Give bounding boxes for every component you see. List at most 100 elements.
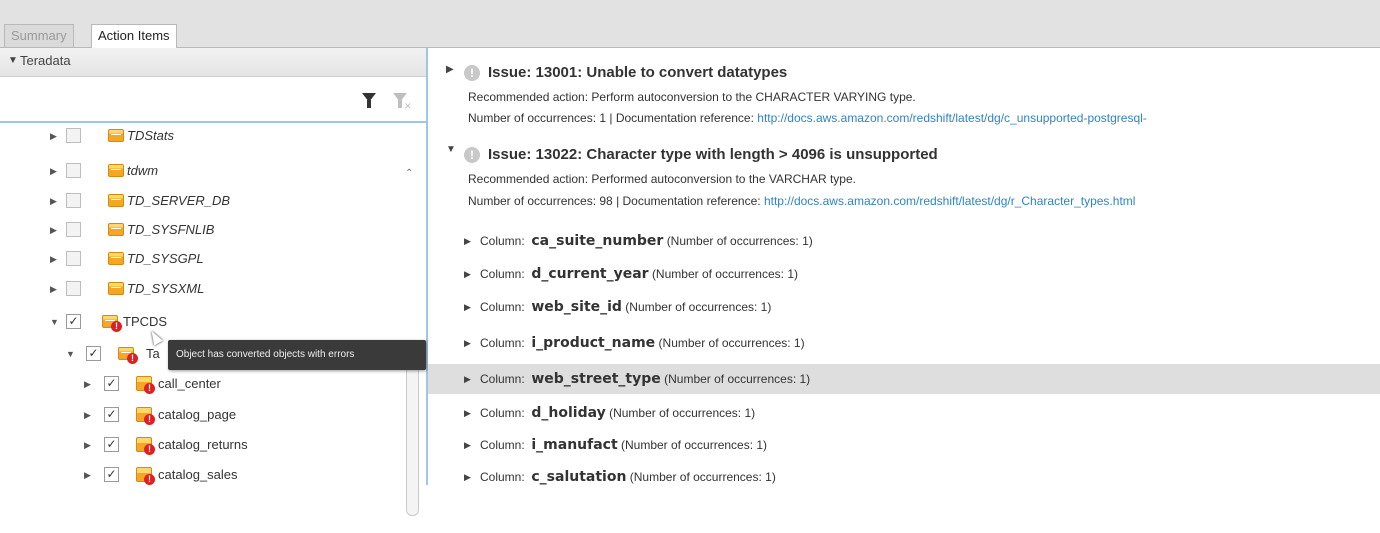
collapse-arrow-icon[interactable]: ▼ bbox=[66, 343, 75, 365]
checkbox-checked[interactable]: ✓ bbox=[104, 407, 119, 422]
expand-arrow-icon[interactable]: ▶ bbox=[50, 248, 57, 270]
tree-item-label: call_center bbox=[158, 376, 221, 391]
column-row[interactable]: ▶ Column: c_salutation (Number of occurr… bbox=[428, 462, 1380, 492]
column-count: (Number of occurrences: 1) bbox=[666, 234, 813, 248]
expand-arrow-icon[interactable]: ▶ bbox=[50, 160, 57, 182]
occurrences-line: Number of occurrences: 98 | Documentatio… bbox=[468, 193, 1135, 209]
column-text: Column: c_salutation (Number of occurren… bbox=[480, 462, 776, 492]
tree-item-label: catalog_sales bbox=[158, 467, 238, 482]
column-text: Column: i_manufact (Number of occurrence… bbox=[480, 430, 767, 460]
collapse-arrow-icon[interactable]: ▼ bbox=[446, 144, 456, 155]
checkbox-checked[interactable]: ✓ bbox=[104, 437, 119, 452]
column-name: i_product_name bbox=[531, 335, 656, 351]
checkbox[interactable] bbox=[66, 163, 81, 178]
checkbox-checked[interactable]: ✓ bbox=[104, 376, 119, 391]
column-name: ca_suite_number bbox=[531, 233, 664, 249]
tree-item-label: catalog_returns bbox=[158, 437, 248, 452]
clear-x-icon: ✕ bbox=[404, 101, 412, 111]
checkbox-checked[interactable]: ✓ bbox=[86, 346, 101, 361]
tree-item-label: TD_SYSGPL bbox=[127, 251, 204, 266]
occurrences-text: Number of occurrences: 1 | Documentation… bbox=[468, 111, 758, 125]
tree-item-label: TD_SYSFNLIB bbox=[127, 222, 215, 237]
column-prefix: Column: bbox=[480, 267, 525, 281]
column-text: Column: ca_suite_number (Number of occur… bbox=[480, 226, 813, 256]
expand-arrow-icon[interactable]: ▶ bbox=[50, 190, 57, 212]
checkbox[interactable] bbox=[66, 193, 81, 208]
occurrences-text: Number of occurrences: 98 | Documentatio… bbox=[468, 194, 764, 208]
expand-arrow-icon[interactable]: ▶ bbox=[464, 462, 471, 492]
occurrences-line: Number of occurrences: 1 | Documentation… bbox=[468, 110, 1147, 126]
column-count: (Number of occurrences: 1) bbox=[625, 300, 772, 314]
column-count: (Number of occurrences: 1) bbox=[651, 267, 798, 281]
column-count: (Number of occurrences: 1) bbox=[621, 438, 768, 452]
issues-panel: ▶ ! Issue: 13001: Unable to convert data… bbox=[428, 48, 1380, 485]
column-count: (Number of occurrences: 1) bbox=[629, 470, 776, 484]
collapse-caret-icon[interactable]: ▼ bbox=[8, 48, 18, 74]
column-name: web_site_id bbox=[531, 299, 622, 315]
filter-icon[interactable] bbox=[362, 93, 376, 108]
expand-arrow-icon[interactable]: ▶ bbox=[464, 364, 471, 394]
checkbox-checked[interactable]: ✓ bbox=[104, 467, 119, 482]
column-row[interactable]: ▶ Column: d_holiday (Number of occurrenc… bbox=[428, 398, 1380, 428]
expand-arrow-icon[interactable]: ▶ bbox=[464, 430, 471, 460]
tooltip: Object has converted objects with errors bbox=[168, 340, 426, 370]
tree-header[interactable]: ▼ Teradata bbox=[0, 48, 426, 77]
column-prefix: Column: bbox=[480, 406, 525, 420]
checkbox[interactable] bbox=[66, 222, 81, 237]
column-count: (Number of occurrences: 1) bbox=[658, 336, 805, 350]
checkbox[interactable] bbox=[66, 251, 81, 266]
column-row[interactable]: ▶ Column: i_product_name (Number of occu… bbox=[428, 328, 1380, 358]
documentation-link[interactable]: http://docs.aws.amazon.com/redshift/late… bbox=[757, 111, 1147, 125]
expand-arrow-icon[interactable]: ▶ bbox=[464, 328, 471, 358]
issue-title[interactable]: Issue: 13022: Character type with length… bbox=[488, 145, 938, 165]
expand-arrow-icon[interactable]: ▶ bbox=[464, 398, 471, 428]
documentation-link[interactable]: http://docs.aws.amazon.com/redshift/late… bbox=[764, 194, 1136, 208]
column-prefix: Column: bbox=[480, 470, 525, 484]
issue-title[interactable]: Issue: 13001: Unable to convert datatype… bbox=[488, 63, 787, 83]
column-prefix: Column: bbox=[480, 438, 525, 452]
checkbox[interactable] bbox=[66, 128, 81, 143]
tree-item-label: catalog_page bbox=[158, 407, 237, 422]
tree-item-label: tdwm bbox=[127, 163, 159, 178]
column-row[interactable]: ▶ Column: i_manufact (Number of occurren… bbox=[428, 430, 1380, 460]
checkbox-checked[interactable]: ✓ bbox=[66, 314, 81, 329]
column-prefix: Column: bbox=[480, 372, 525, 386]
expand-arrow-icon[interactable]: ▶ bbox=[464, 292, 471, 322]
tree-header-label: Teradata bbox=[20, 53, 71, 68]
column-prefix: Column: bbox=[480, 234, 525, 248]
column-text: Column: d_current_year (Number of occurr… bbox=[480, 259, 798, 289]
expand-arrow-icon[interactable]: ▶ bbox=[464, 226, 471, 256]
tab-action-items[interactable]: Action Items bbox=[91, 24, 177, 48]
expand-arrow-icon[interactable]: ▶ bbox=[464, 259, 471, 289]
database-icon bbox=[108, 194, 124, 207]
tab-bar: Summary Action Items bbox=[0, 0, 1380, 48]
collapse-arrow-icon[interactable]: ▼ bbox=[50, 311, 59, 333]
column-row[interactable]: ▶ Column: d_current_year (Number of occu… bbox=[428, 259, 1380, 289]
expand-arrow-icon[interactable]: ▶ bbox=[446, 64, 454, 75]
checkbox[interactable] bbox=[66, 281, 81, 296]
column-text: Column: d_holiday (Number of occurrences… bbox=[480, 398, 755, 428]
column-row[interactable]: ▶ Column: web_site_id (Number of occurre… bbox=[428, 292, 1380, 322]
expand-arrow-icon[interactable]: ▶ bbox=[84, 464, 91, 486]
column-row-selected[interactable]: ▶ Column: web_street_type (Number of occ… bbox=[428, 364, 1380, 394]
expand-arrow-icon[interactable]: ▶ bbox=[50, 125, 57, 147]
expand-arrow-icon[interactable]: ▶ bbox=[84, 434, 91, 456]
tab-summary[interactable]: Summary bbox=[4, 24, 74, 47]
expand-arrow-icon[interactable]: ▶ bbox=[84, 373, 91, 395]
expand-arrow-icon[interactable]: ▶ bbox=[50, 219, 57, 241]
column-row[interactable]: ▶ Column: ca_suite_number (Number of occ… bbox=[428, 226, 1380, 256]
expand-arrow-icon[interactable]: ▶ bbox=[84, 404, 91, 426]
info-icon: ! bbox=[464, 147, 480, 163]
scroll-thumb[interactable] bbox=[406, 364, 419, 516]
tree-item-label: TPCDS bbox=[123, 314, 168, 329]
database-icon bbox=[108, 129, 124, 142]
error-icon: ! bbox=[127, 353, 138, 364]
expand-arrow-icon[interactable]: ▶ bbox=[50, 278, 57, 300]
column-name: d_holiday bbox=[531, 405, 606, 421]
error-icon: ! bbox=[144, 444, 155, 455]
scroll-up-icon[interactable]: ⌃ bbox=[405, 168, 413, 179]
column-text: Column: web_street_type (Number of occur… bbox=[480, 364, 810, 394]
recommended-action: Recommended action: Perform autoconversi… bbox=[468, 90, 916, 104]
column-text: Column: i_product_name (Number of occurr… bbox=[480, 328, 805, 358]
column-prefix: Column: bbox=[480, 300, 525, 314]
